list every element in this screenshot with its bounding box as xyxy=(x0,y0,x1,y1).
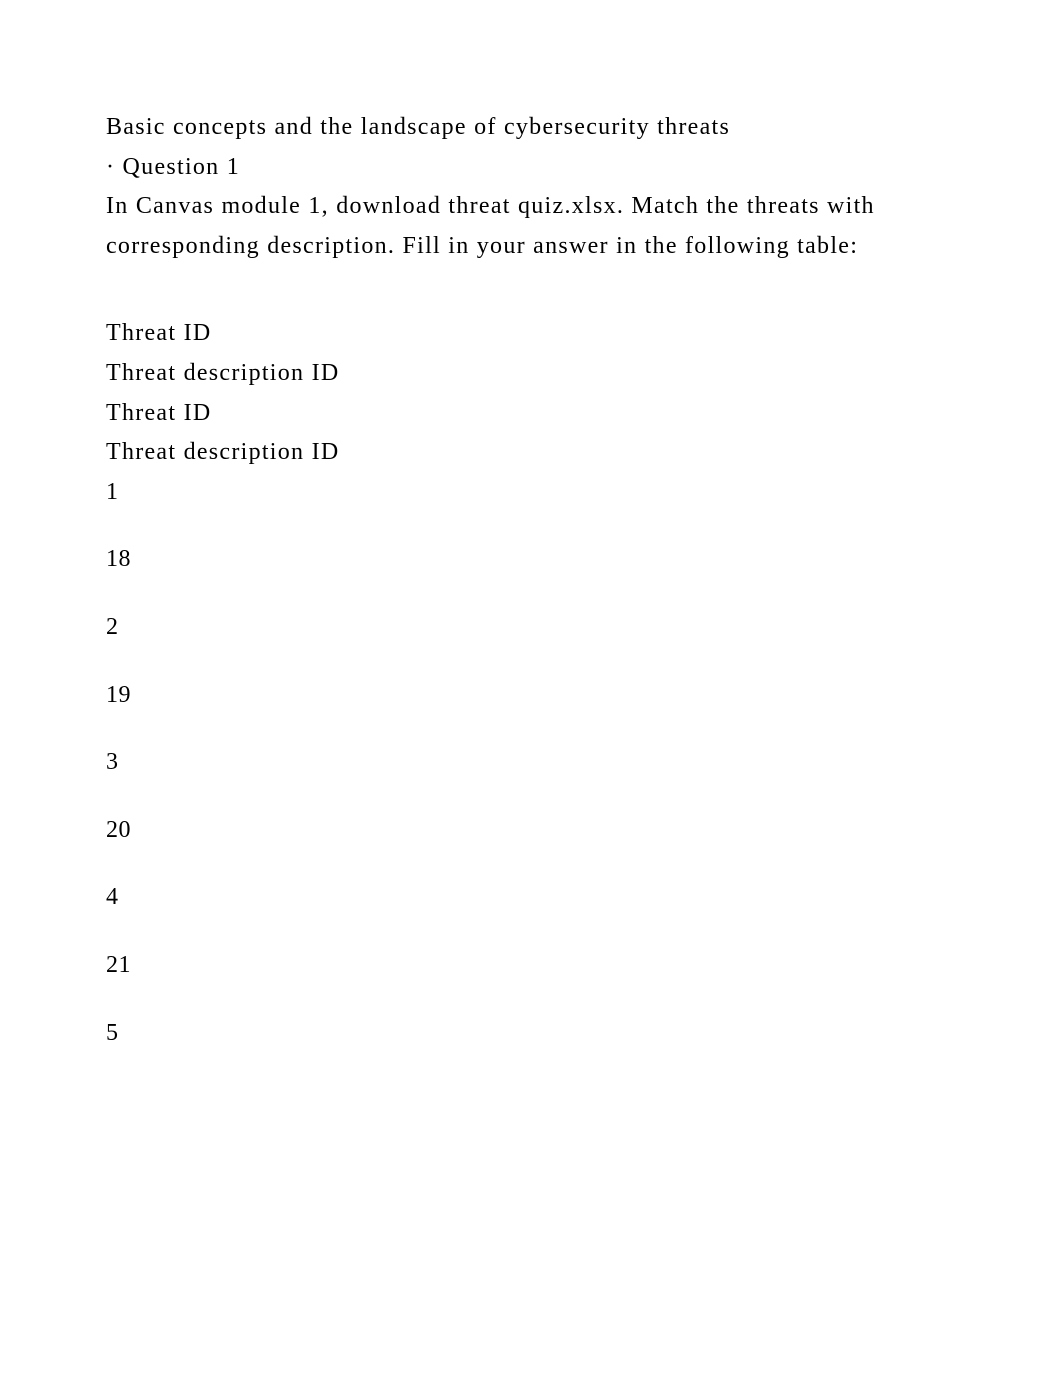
number-line: 2 xyxy=(106,608,972,648)
number-line: 4 xyxy=(106,878,972,918)
number-line: 3 xyxy=(106,743,972,783)
document-page: Basic concepts and the landscape of cybe… xyxy=(0,0,1062,1376)
number-line: 19 xyxy=(106,676,972,716)
instructions: In Canvas module 1, download threat quiz… xyxy=(106,187,972,266)
header-line: Threat ID xyxy=(106,394,972,434)
number-line: 20 xyxy=(106,811,972,851)
title-line: Basic concepts and the landscape of cybe… xyxy=(106,108,972,148)
number-line: 21 xyxy=(106,946,972,986)
number-line: 5 xyxy=(106,1014,972,1054)
question-label: · Question 1 xyxy=(106,148,972,188)
number-line: 1 xyxy=(106,473,972,513)
header-line: Threat ID xyxy=(106,314,972,354)
answer-list: Threat ID Threat description ID Threat I… xyxy=(106,314,972,1053)
header-line: Threat description ID xyxy=(106,354,972,394)
number-line: 18 xyxy=(106,540,972,580)
header-line: Threat description ID xyxy=(106,433,972,473)
